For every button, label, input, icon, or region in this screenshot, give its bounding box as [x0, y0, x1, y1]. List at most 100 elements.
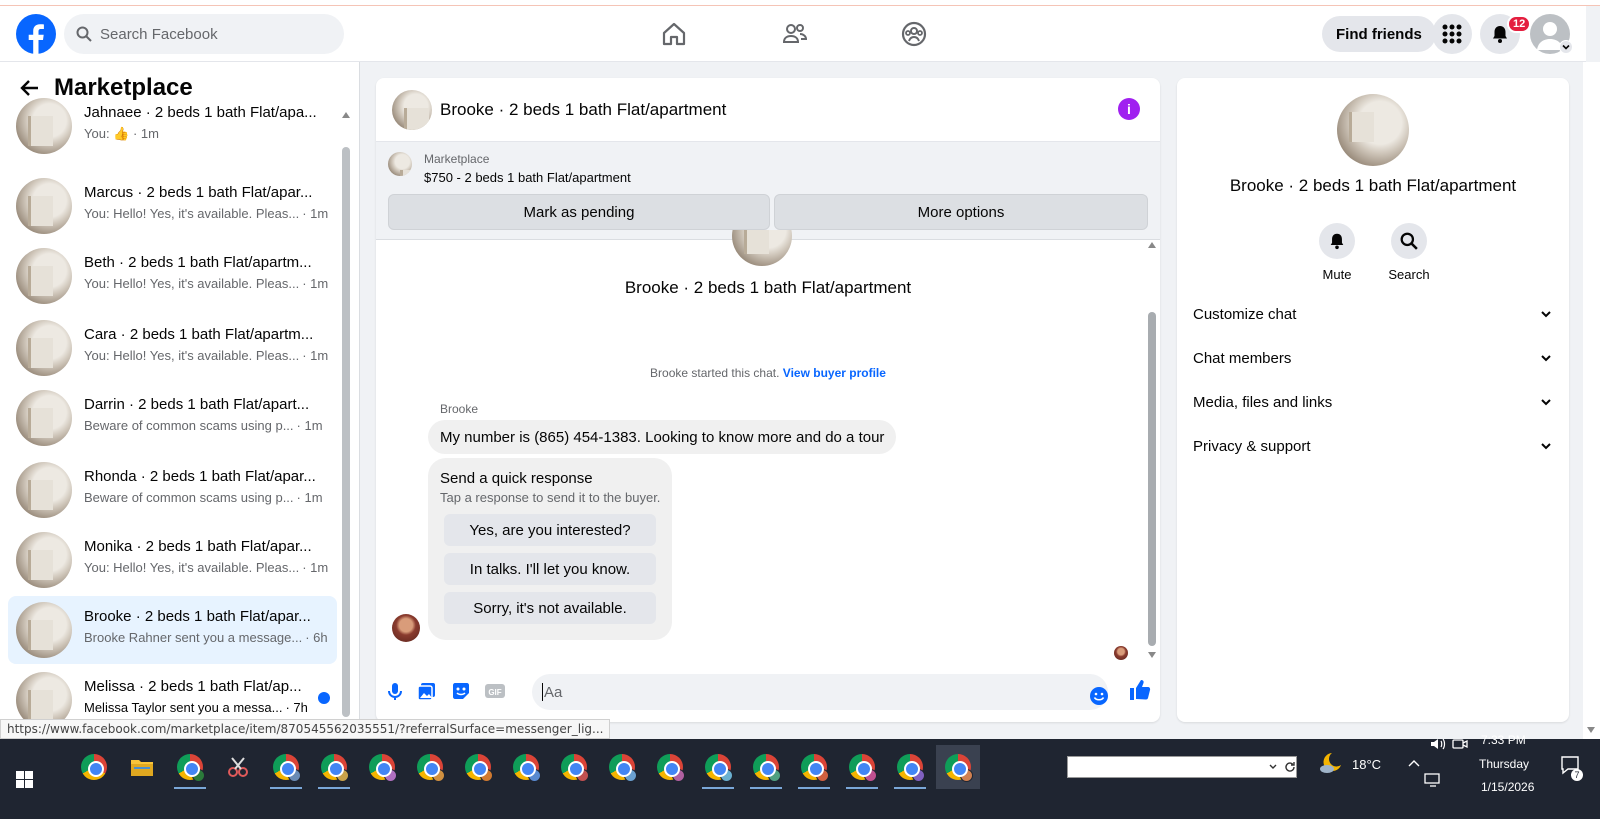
- conversation-item[interactable]: Monika · 2 beds 1 bath Flat/apar... You: …: [8, 526, 337, 594]
- scroll-up-arrow-icon[interactable]: [342, 112, 350, 118]
- chrome-icon[interactable]: [648, 745, 692, 789]
- find-friends-button[interactable]: Find friends: [1322, 16, 1436, 52]
- chrome-icon[interactable]: [840, 745, 884, 789]
- conversation-item[interactable]: Melissa · 2 beds 1 bath Flat/ap... Meliss…: [8, 666, 337, 726]
- file-explorer-icon[interactable]: [120, 745, 164, 789]
- quick-response-option[interactable]: Sorry, it's not available.: [444, 592, 656, 624]
- friends-icon[interactable]: [781, 20, 809, 48]
- clock-day[interactable]: Thursday: [1479, 757, 1529, 771]
- chrome-icon[interactable]: [696, 745, 740, 789]
- groups-icon[interactable]: [900, 20, 928, 48]
- quick-response-option[interactable]: Yes, are you interested?: [444, 514, 656, 546]
- chrome-icon[interactable]: [888, 745, 932, 789]
- message-bubble[interactable]: My number is (865) 454-1383. Looking to …: [428, 420, 897, 454]
- meet-now-icon[interactable]: [1452, 737, 1468, 751]
- message-input[interactable]: Aa: [532, 674, 1108, 710]
- media-files-links-row[interactable]: Media, files and links: [1193, 382, 1553, 422]
- page-scroll-down-icon[interactable]: [1587, 727, 1595, 733]
- conversation-preview: You: Hello! Yes, it's available. Pleas..…: [84, 276, 328, 291]
- customize-chat-row[interactable]: Customize chat: [1193, 294, 1553, 334]
- menu-button[interactable]: [1432, 14, 1472, 54]
- bell-icon: [1330, 233, 1344, 250]
- privacy-support-row[interactable]: Privacy & support: [1193, 426, 1553, 466]
- search-action[interactable]: Search: [1379, 223, 1439, 282]
- search-input[interactable]: Search Facebook: [64, 14, 344, 54]
- home-icon[interactable]: [660, 20, 688, 48]
- chrome-icon[interactable]: [312, 745, 356, 789]
- refresh-icon[interactable]: [1284, 761, 1296, 773]
- chrome-icon[interactable]: [408, 745, 452, 789]
- quick-response-option[interactable]: In talks. I'll let you know.: [444, 553, 656, 585]
- chat-scroll-up-icon[interactable]: [1148, 242, 1156, 248]
- snipping-tool-icon[interactable]: [216, 745, 260, 789]
- clock-time[interactable]: 7:33 PM: [1481, 733, 1526, 747]
- sender-name: Brooke: [440, 402, 479, 416]
- conversation-title: Monika · 2 beds 1 bath Flat/apar...: [84, 538, 312, 555]
- search-icon: [1400, 232, 1418, 250]
- chevron-down-icon: [1541, 355, 1551, 362]
- listing-bar: Marketplace $750 - 2 beds 1 bath Flat/ap…: [376, 142, 1160, 240]
- chat-avatar[interactable]: [392, 90, 432, 130]
- listing-title[interactable]: $750 - 2 beds 1 bath Flat/apartment: [424, 170, 631, 185]
- conversation-item[interactable]: Beth · 2 beds 1 bath Flat/apartm... You: …: [8, 242, 337, 310]
- conversation-title: Melissa · 2 beds 1 bath Flat/ap...: [84, 678, 302, 695]
- emoji-icon[interactable]: [1089, 686, 1109, 706]
- conversation-item[interactable]: Brooke · 2 beds 1 bath Flat/apar... Brook…: [8, 596, 337, 664]
- chat-header-title[interactable]: Brooke · 2 beds 1 bath Flat/apartment: [440, 100, 726, 120]
- chat-scroll-down-icon[interactable]: [1148, 652, 1156, 658]
- show-hidden-icons-icon[interactable]: [1408, 759, 1420, 767]
- preview-time: · 1m: [296, 418, 323, 433]
- quick-response-card: Send a quick response Tap a response to …: [428, 458, 672, 640]
- weather-temperature[interactable]: 18°C: [1352, 757, 1381, 772]
- mute-action[interactable]: Mute: [1307, 223, 1367, 282]
- chrome-icon[interactable]: [72, 745, 116, 789]
- weather-moon-cloud-icon[interactable]: [1318, 750, 1344, 776]
- conversation-item[interactable]: Rhonda · 2 beds 1 bath Flat/apar... Bewar…: [8, 456, 337, 524]
- info-icon[interactable]: i: [1118, 98, 1140, 120]
- conversation-item[interactable]: Darrin · 2 beds 1 bath Flat/apart... Bewa…: [8, 384, 337, 452]
- chrome-icon[interactable]: [744, 745, 788, 789]
- volume-icon[interactable]: [1430, 737, 1446, 751]
- clock-date[interactable]: 1/15/2026: [1481, 780, 1534, 794]
- windows-start-icon[interactable]: [16, 771, 33, 788]
- chrome-icon[interactable]: [792, 745, 836, 789]
- conversation-preview: Brooke Rahner sent you a message... · 6h: [84, 630, 328, 645]
- mark-as-pending-button[interactable]: Mark as pending: [388, 194, 770, 230]
- listing-thumbnail[interactable]: [388, 152, 412, 176]
- gif-icon[interactable]: GIF: [484, 680, 506, 702]
- sender-avatar[interactable]: [392, 614, 420, 642]
- quick-response-subtext: Tap a response to send it to the buyer.: [440, 490, 661, 505]
- chrome-icon[interactable]: [600, 745, 644, 789]
- listing-thumbnail: [16, 390, 72, 446]
- page-scrollbar[interactable]: [1583, 62, 1600, 739]
- chrome-icon[interactable]: [456, 745, 500, 789]
- network-icon[interactable]: [1424, 773, 1442, 787]
- more-options-button[interactable]: More options: [774, 194, 1148, 230]
- chevron-down-icon: [1541, 399, 1551, 406]
- chat-scrollbar[interactable]: [1148, 312, 1156, 646]
- taskbar-address-box[interactable]: [1067, 756, 1297, 778]
- like-thumb-icon[interactable]: [1128, 678, 1152, 702]
- chevron-down-icon[interactable]: [1268, 762, 1278, 772]
- chrome-icon[interactable]: [168, 745, 212, 789]
- chrome-icon[interactable]: [552, 745, 596, 789]
- chrome-icon[interactable]: [264, 745, 308, 789]
- microphone-icon[interactable]: [384, 680, 406, 702]
- conversation-title: Rhonda · 2 beds 1 bath Flat/apar...: [84, 468, 316, 485]
- details-avatar[interactable]: [1337, 94, 1409, 166]
- view-buyer-profile-link[interactable]: View buyer profile: [783, 366, 886, 380]
- account-chevron-icon[interactable]: [1559, 40, 1573, 54]
- sidebar-scrollbar[interactable]: [342, 147, 350, 717]
- chrome-icon[interactable]: [504, 745, 548, 789]
- conversation-item[interactable]: Marcus · 2 beds 1 bath Flat/apar... You: …: [8, 172, 337, 240]
- conversation-preview: You: 👍 · 1m: [84, 126, 159, 142]
- chat-members-row[interactable]: Chat members: [1193, 338, 1553, 378]
- chrome-icon[interactable]: [936, 745, 980, 789]
- sticker-icon[interactable]: [450, 680, 472, 702]
- photo-icon[interactable]: [416, 680, 438, 702]
- notification-badge: 12: [1507, 15, 1532, 33]
- conversation-item[interactable]: Jahnaee · 2 beds 1 bath Flat/apa... You: …: [8, 92, 337, 160]
- facebook-logo-icon[interactable]: [16, 14, 56, 54]
- conversation-item[interactable]: Cara · 2 beds 1 bath Flat/apartm... You: …: [8, 314, 337, 382]
- chrome-icon[interactable]: [360, 745, 404, 789]
